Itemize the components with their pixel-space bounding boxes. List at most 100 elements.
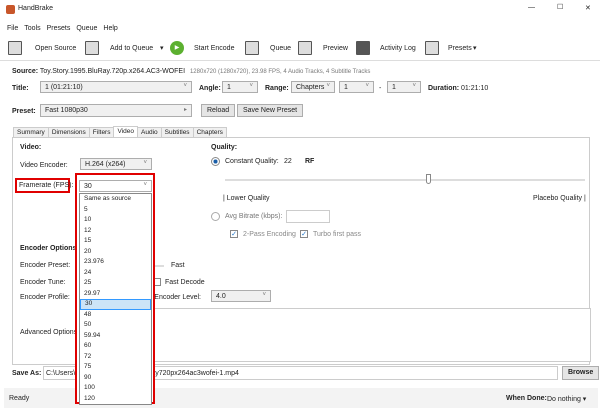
framerate-option[interactable]: 30 (80, 299, 151, 310)
encoder-level-select[interactable]: 4.0 ˅ (211, 290, 271, 302)
status-text: Ready (9, 395, 30, 402)
avg-bitrate-label: Avg Bitrate (kbps): (225, 213, 283, 220)
constant-quality-radio[interactable] (211, 157, 220, 166)
presets-icon[interactable] (425, 41, 439, 55)
add-to-queue-dropdown[interactable]: ▾ (160, 44, 164, 52)
minimize-button[interactable]: — (528, 4, 535, 11)
range-value: Chapters (296, 84, 325, 91)
framerate-option[interactable]: 72 (80, 352, 151, 363)
tab-audio[interactable]: Audio (137, 127, 162, 137)
video-encoder-label: Video Encoder: (20, 162, 68, 169)
range-select[interactable]: Chapters ˅ (291, 81, 335, 93)
quality-slider-track[interactable] (225, 179, 585, 181)
menu-help[interactable]: Help (103, 25, 117, 32)
preview-button[interactable]: Preview (323, 45, 348, 52)
range-end-select[interactable]: 1 ˅ (387, 81, 421, 93)
cq-unit: RF (305, 158, 315, 165)
menu-queue[interactable]: Queue (76, 25, 97, 32)
add-to-queue-button[interactable]: Add to Queue (110, 45, 153, 52)
encoder-tune-label: Encoder Tune: (20, 279, 66, 286)
range-start-select[interactable]: 1 ˅ (339, 81, 374, 93)
chevron-down-icon: ˅ (262, 292, 266, 298)
advanced-options-textarea[interactable] (150, 308, 591, 362)
quality-slider-thumb[interactable] (426, 174, 431, 184)
encoder-preset-label: Encoder Preset: (20, 262, 71, 269)
reload-button[interactable]: Reload (201, 104, 236, 117)
preset-label: Preset: (12, 108, 36, 115)
framerate-option[interactable]: 25 (80, 278, 151, 289)
avg-bitrate-radio[interactable] (211, 212, 220, 221)
framerate-option[interactable]: 59.94 (80, 331, 151, 342)
framerate-option[interactable]: 120 (80, 394, 151, 405)
when-done-select[interactable]: Do nothing ▾ (547, 395, 586, 403)
start-encode-icon[interactable]: ▶ (170, 41, 184, 55)
chevron-down-icon: ˅ (143, 182, 147, 188)
source-name: Toy.Story.1995.BluRay.720p.x264.AC3-WOFE… (39, 68, 186, 75)
chevron-right-icon: ▸ (183, 107, 187, 113)
save-new-preset-button[interactable]: Save New Preset (237, 104, 304, 117)
tab-subtitles[interactable]: Subtitles (160, 127, 194, 137)
framerate-option[interactable]: Same as source (80, 194, 151, 205)
angle-select[interactable]: 1 ˅ (222, 81, 258, 93)
open-source-icon[interactable] (8, 41, 22, 55)
chevron-down-icon: ˅ (326, 83, 330, 89)
framerate-option[interactable]: 50 (80, 320, 151, 331)
framerate-option[interactable]: 12 (80, 226, 151, 237)
two-pass-checkbox[interactable]: ✓ (230, 230, 238, 238)
framerate-option[interactable]: 24 (80, 268, 151, 279)
title-value: 1 (01:21:10) (45, 84, 83, 91)
chevron-down-icon: ˅ (249, 83, 253, 89)
tab-video[interactable]: Video (113, 126, 138, 137)
placebo-quality-label: Placebo Quality | (533, 195, 586, 202)
fast-decode-label: Fast Decode (165, 279, 205, 286)
framerate-option[interactable]: 23.976 (80, 257, 151, 268)
duration-label: Duration: (428, 85, 460, 92)
framerate-option[interactable]: 15 (80, 236, 151, 247)
menu-file[interactable]: File (7, 25, 18, 32)
when-done-label: When Done: (506, 395, 547, 402)
framerate-option[interactable]: 90 (80, 373, 151, 384)
presets-dropdown[interactable]: ▾ (473, 44, 477, 52)
angle-value: 1 (227, 84, 231, 91)
framerate-option[interactable]: 60 (80, 341, 151, 352)
advanced-options-label: Advanced Options: (20, 329, 80, 336)
avg-bitrate-input[interactable] (286, 210, 330, 223)
queue-button[interactable]: Queue (270, 45, 291, 52)
tab-filters[interactable]: Filters (88, 127, 115, 137)
video-encoder-select[interactable]: H.264 (x264) ˅ (80, 158, 152, 170)
framerate-option[interactable]: 20 (80, 247, 151, 258)
save-as-label: Save As: (12, 370, 42, 377)
activity-log-icon[interactable] (356, 41, 370, 55)
range-end-value: 1 (392, 84, 396, 91)
save-as-value-end: ray720px264ac3wofei-1.mp4 (149, 370, 239, 377)
browse-button[interactable]: Browse (562, 366, 600, 380)
activity-log-button[interactable]: Activity Log (380, 45, 416, 52)
presets-button[interactable]: Presets (448, 45, 472, 52)
close-button[interactable]: ✕ (585, 4, 591, 12)
tab-chapters[interactable]: Chapters (192, 127, 227, 137)
framerate-option[interactable]: 75 (80, 362, 151, 373)
menu-presets[interactable]: Presets (47, 25, 71, 32)
framerate-option[interactable]: 10 (80, 215, 151, 226)
maximize-button[interactable]: ☐ (557, 3, 563, 11)
framerate-options-list: Same as source 5 10 12 15 20 23.976 24 25 29.97 30… (79, 193, 152, 405)
encoder-preset-value: Fast (171, 262, 185, 269)
tab-summary[interactable]: Summary (13, 127, 49, 137)
chevron-down-icon: ˅ (143, 160, 147, 166)
framerate-select[interactable]: 30 ˅ (79, 180, 152, 192)
menu-tools[interactable]: Tools (24, 25, 40, 32)
framerate-option[interactable]: 29.97 (80, 289, 151, 300)
add-to-queue-icon[interactable] (85, 41, 99, 55)
preview-icon[interactable] (298, 41, 312, 55)
tab-dimensions[interactable]: Dimensions (47, 127, 90, 137)
framerate-option[interactable]: 5 (80, 205, 151, 216)
turbo-first-pass-checkbox[interactable]: ✓ (300, 230, 308, 238)
open-source-button[interactable]: Open Source (35, 45, 76, 52)
start-encode-button[interactable]: Start Encode (194, 45, 234, 52)
preset-value: Fast 1080p30 (45, 107, 88, 114)
title-select[interactable]: 1 (01:21:10) ˅ (40, 81, 192, 93)
framerate-option[interactable]: 100 (80, 383, 151, 394)
queue-icon[interactable] (245, 41, 259, 55)
framerate-option[interactable]: 48 (80, 310, 151, 321)
preset-select[interactable]: Fast 1080p30 ▸ (40, 104, 192, 117)
